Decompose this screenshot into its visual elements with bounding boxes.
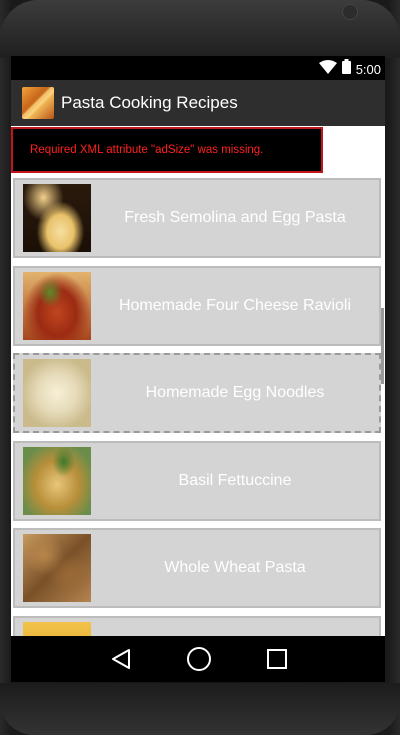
battery-icon xyxy=(341,59,351,79)
recipe-label: Homemade Egg Noodles xyxy=(145,384,325,401)
list-item[interactable] xyxy=(13,616,381,636)
list-item[interactable]: Fresh Semolina and Egg Pasta xyxy=(13,178,381,258)
app-title: Pasta Cooking Recipes xyxy=(61,93,238,112)
list-item[interactable]: Homemade Egg Noodles xyxy=(13,353,381,433)
wifi-icon xyxy=(318,59,337,79)
status-time: 5:00 xyxy=(355,61,381,77)
home-icon[interactable] xyxy=(184,644,214,674)
list-item[interactable]: Homemade Four Cheese Ravioli xyxy=(13,266,381,346)
recipe-thumbnail xyxy=(23,359,91,427)
recipe-thumbnail xyxy=(23,622,91,636)
recipe-label: Basil Fettuccine xyxy=(178,472,292,489)
recipe-label: Homemade Four Cheese Ravioli xyxy=(118,297,352,314)
ad-banner-error: Required XML attribute "adSize" was miss… xyxy=(11,127,323,173)
recipe-thumbnail xyxy=(23,184,91,252)
recipe-label: Whole Wheat Pasta xyxy=(164,559,306,576)
screen: 5:00 Pasta Cooking Recipes Required XML … xyxy=(11,56,385,682)
phone-bottom-bezel xyxy=(0,683,400,735)
front-camera xyxy=(342,4,358,20)
phone-top-bezel xyxy=(0,0,400,58)
status-bar: 5:00 xyxy=(11,56,385,80)
list-item[interactable]: Whole Wheat Pasta xyxy=(13,528,381,608)
recipe-label: Fresh Semolina and Egg Pasta xyxy=(124,209,346,226)
app-logo-icon xyxy=(22,87,54,119)
list-item[interactable]: Basil Fettuccine xyxy=(13,441,381,521)
recipe-list-screen: Required XML attribute "adSize" was miss… xyxy=(11,126,385,636)
ad-error-text: Required XML attribute "adSize" was miss… xyxy=(30,144,264,156)
phone-frame: 5:00 Pasta Cooking Recipes Required XML … xyxy=(0,0,400,735)
recipe-thumbnail xyxy=(23,272,91,340)
recipe-thumbnail xyxy=(23,447,91,515)
navigation-bar xyxy=(11,636,385,682)
app-bar: Pasta Cooking Recipes xyxy=(11,80,385,126)
recipe-thumbnail xyxy=(23,534,91,602)
scrollbar[interactable] xyxy=(381,308,384,384)
recents-icon[interactable] xyxy=(262,644,292,674)
back-icon[interactable] xyxy=(106,644,136,674)
